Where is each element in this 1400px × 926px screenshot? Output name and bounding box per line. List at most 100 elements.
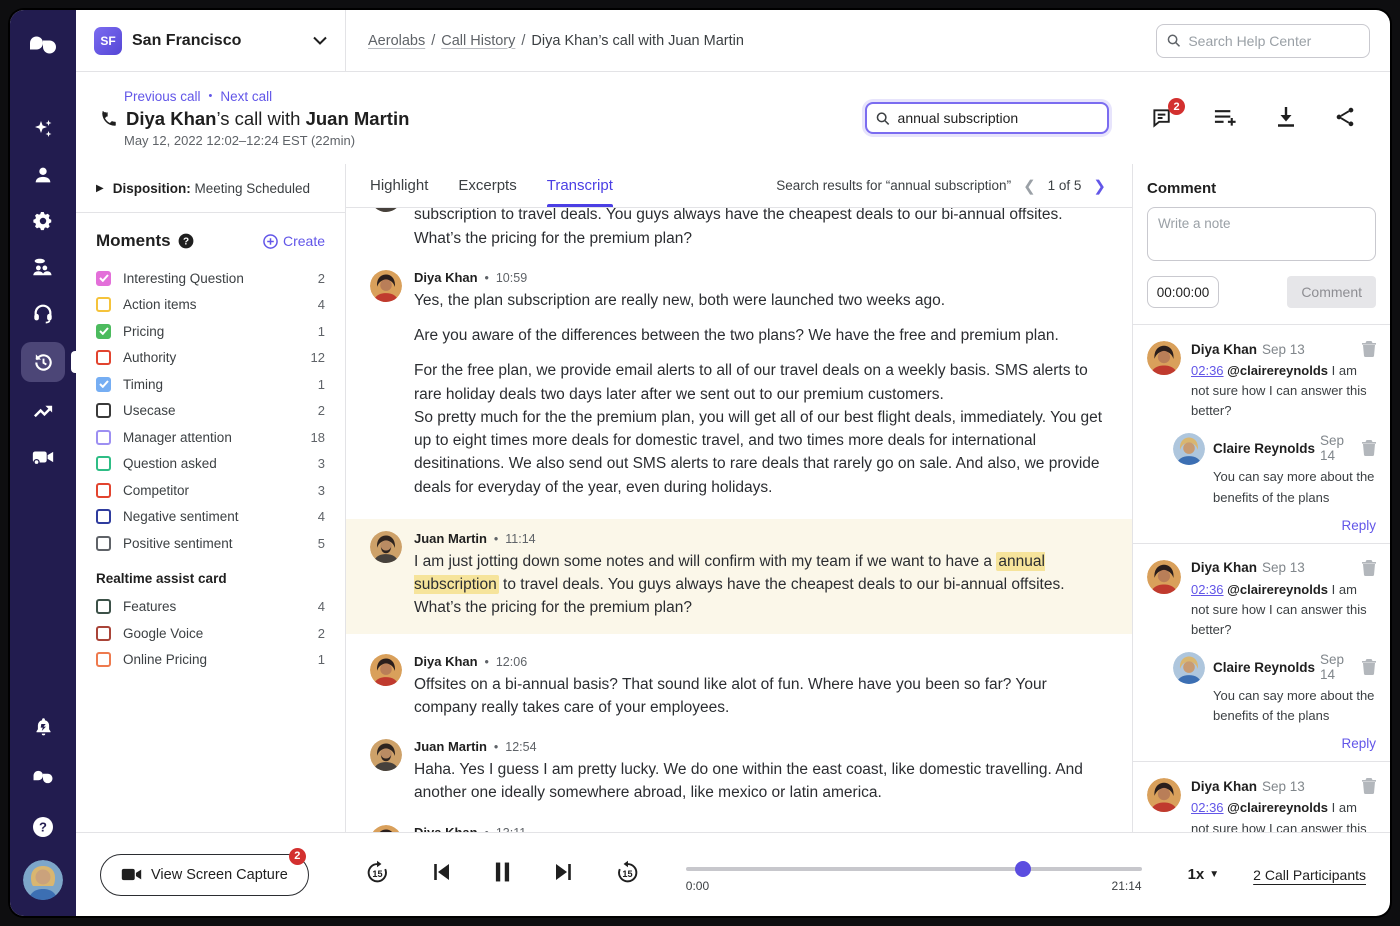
moment-checkbox[interactable]: [96, 509, 111, 524]
moment-checkbox[interactable]: [96, 271, 111, 286]
rail-item-meetings[interactable]: [21, 440, 65, 474]
seek-track[interactable]: [686, 867, 1142, 871]
seek-bar[interactable]: 0:00 21:14: [686, 857, 1142, 893]
tab-transcript[interactable]: Transcript: [547, 164, 613, 207]
note-input[interactable]: [1147, 207, 1376, 261]
moment-row[interactable]: Question asked3: [96, 451, 325, 478]
reply-button[interactable]: Reply: [1147, 518, 1376, 533]
rail-item-analytics[interactable]: [21, 394, 65, 428]
moment-row[interactable]: Competitor3: [96, 477, 325, 504]
moment-row[interactable]: Features4: [96, 594, 325, 621]
speaker-name: Juan Martin: [414, 739, 487, 754]
comment-mention: @clairereynolds: [1227, 800, 1328, 815]
moment-checkbox[interactable]: [96, 297, 111, 312]
moment-checkbox[interactable]: [96, 599, 111, 614]
transcript-search-input[interactable]: [898, 110, 1098, 126]
bell-icon: [33, 716, 54, 738]
team-selector[interactable]: SF San Francisco: [76, 10, 346, 71]
moment-row[interactable]: Pricing1: [96, 318, 325, 345]
transcript-message[interactable]: Diya Khan • 12:06 Offsites on a bi-annual…: [370, 654, 1108, 720]
moment-checkbox[interactable]: [96, 324, 111, 339]
comment-timestamp-link[interactable]: 02:36: [1191, 363, 1224, 378]
pause-button[interactable]: [494, 861, 511, 888]
next-call-link[interactable]: Next call: [220, 89, 272, 104]
search-prev-button[interactable]: ❮: [1021, 177, 1038, 195]
moment-row[interactable]: Timing1: [96, 371, 325, 398]
reply-button[interactable]: Reply: [1147, 736, 1376, 751]
moment-checkbox[interactable]: [96, 483, 111, 498]
call-participants-link[interactable]: 2 Call Participants: [1253, 867, 1366, 883]
tab-excerpts[interactable]: Excerpts: [458, 164, 516, 207]
rail-item-ai-sparkles[interactable]: [21, 112, 65, 146]
rail-item-call-history[interactable]: [21, 342, 65, 382]
rail-item-dialpad-mini[interactable]: [21, 760, 65, 794]
moment-checkbox[interactable]: [96, 430, 111, 445]
create-moment-button[interactable]: Create: [263, 233, 325, 249]
jump-forward-15-button[interactable]: 15: [615, 860, 640, 890]
share-button[interactable]: [1334, 106, 1356, 130]
speaker-avatar: [370, 825, 402, 833]
delete-comment-icon[interactable]: [1362, 778, 1376, 794]
comment-timestamp-link[interactable]: 02:36: [1191, 582, 1224, 597]
breadcrumb-call-history[interactable]: Call History: [441, 33, 515, 49]
moment-checkbox[interactable]: [96, 456, 111, 471]
moment-row[interactable]: Action items4: [96, 292, 325, 319]
delete-comment-icon[interactable]: [1362, 341, 1376, 357]
moment-row[interactable]: Usecase2: [96, 398, 325, 425]
delete-comment-icon[interactable]: [1362, 440, 1376, 456]
transcript-message[interactable]: Diya Khan • 10:59Yes, the plan subscript…: [370, 270, 1108, 499]
moment-checkbox[interactable]: [96, 403, 111, 418]
rail-item-contacts[interactable]: [21, 158, 65, 192]
previous-button[interactable]: [432, 862, 452, 887]
jump-back-15-button[interactable]: 15: [365, 860, 390, 890]
message-text: Offsites on a bi-annual basis? That soun…: [414, 673, 1108, 720]
moment-row[interactable]: Authority12: [96, 345, 325, 372]
download-button[interactable]: [1276, 106, 1296, 130]
add-to-playlist-button[interactable]: [1213, 106, 1238, 130]
transcript-scroll-area[interactable]: I am just jotting down some notes and wi…: [346, 208, 1132, 832]
rail-item-coaching[interactable]: [21, 250, 65, 284]
previous-call-link[interactable]: Previous call: [124, 89, 201, 104]
rail-item-notifications[interactable]: [21, 710, 65, 744]
moment-checkbox[interactable]: [96, 652, 111, 667]
transcript-search[interactable]: [865, 102, 1109, 134]
moment-row[interactable]: Online Pricing1: [96, 647, 325, 674]
seek-thumb[interactable]: [1015, 861, 1031, 877]
comment-submit-button[interactable]: Comment: [1287, 276, 1376, 308]
moment-row[interactable]: Positive sentiment5: [96, 530, 325, 557]
timestamp-input[interactable]: [1147, 276, 1219, 308]
help-search[interactable]: [1156, 24, 1370, 58]
search-next-button[interactable]: ❯: [1091, 177, 1108, 195]
rail-item-help[interactable]: ?: [21, 810, 65, 844]
rail-item-support-headset[interactable]: [21, 296, 65, 330]
view-screen-capture-button[interactable]: View Screen Capture 2: [100, 854, 309, 896]
help-search-input[interactable]: [1188, 33, 1359, 49]
breadcrumb-aerolabs[interactable]: Aerolabs: [368, 33, 425, 49]
moment-checkbox[interactable]: [96, 536, 111, 551]
playback-speed-selector[interactable]: 1x▼: [1188, 866, 1220, 883]
help-circle-icon: ?: [178, 233, 194, 249]
message-header: Diya Khan • 12:06: [414, 654, 1108, 669]
moment-checkbox[interactable]: [96, 626, 111, 641]
user-avatar[interactable]: [23, 860, 63, 900]
moment-label: Features: [123, 599, 306, 614]
next-button[interactable]: [553, 862, 573, 887]
moment-row[interactable]: Negative sentiment4: [96, 504, 325, 531]
moment-checkbox[interactable]: [96, 377, 111, 392]
moment-checkbox[interactable]: [96, 350, 111, 365]
disposition-row[interactable]: ▶ Disposition: Meeting Scheduled: [76, 164, 345, 213]
moment-row[interactable]: Interesting Question2: [96, 265, 325, 292]
comments-toggle-button[interactable]: 2: [1151, 106, 1175, 130]
transcript-message[interactable]: I am just jotting down some notes and wi…: [370, 208, 1108, 250]
moment-row[interactable]: Manager attention18: [96, 424, 325, 451]
message-body: Juan Martin • 11:14I am just jotting dow…: [414, 531, 1108, 620]
transcript-message[interactable]: Diya Khan • 13:11That sounds amazing. I’…: [370, 825, 1108, 833]
delete-comment-icon[interactable]: [1362, 659, 1376, 675]
delete-comment-icon[interactable]: [1362, 560, 1376, 576]
rail-item-settings[interactable]: [21, 204, 65, 238]
comment-timestamp-link[interactable]: 02:36: [1191, 800, 1224, 815]
transcript-message[interactable]: Juan Martin • 12:54Haha. Yes I guess I a…: [370, 739, 1108, 805]
tab-highlight[interactable]: Highlight: [370, 164, 428, 207]
moment-row[interactable]: Google Voice2: [96, 620, 325, 647]
transcript-message-highlighted[interactable]: Juan Martin • 11:14I am just jotting dow…: [346, 519, 1132, 634]
